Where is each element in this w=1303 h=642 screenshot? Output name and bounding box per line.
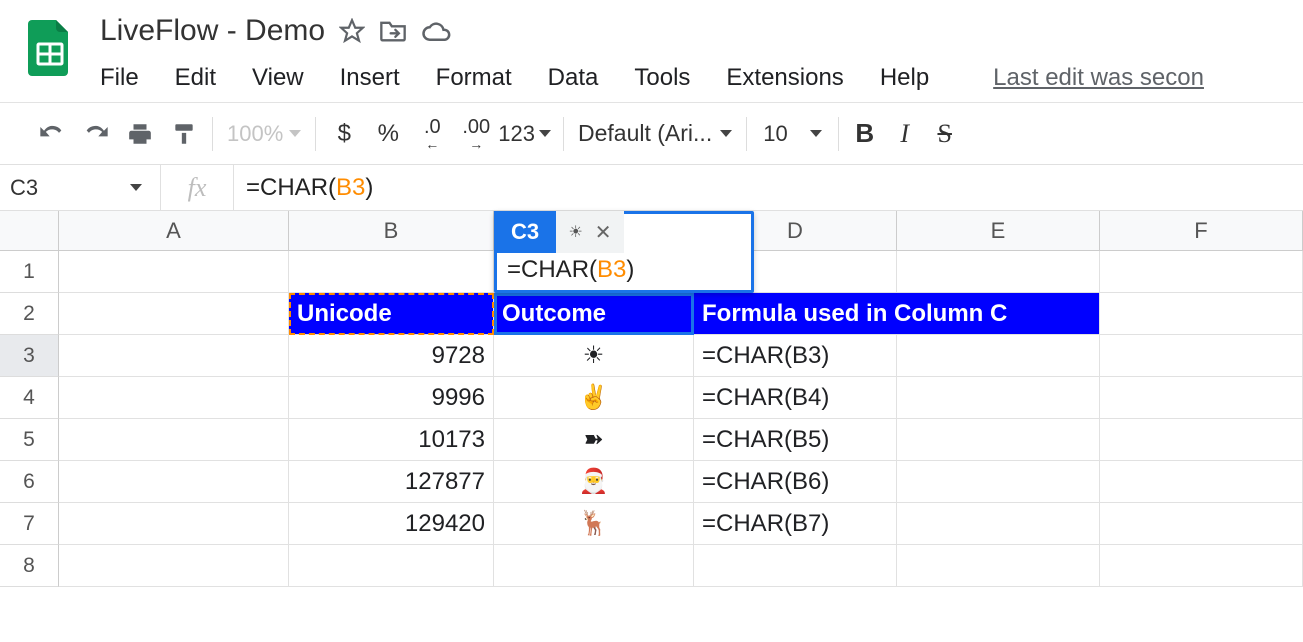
menu-help[interactable]: Help [880, 64, 929, 92]
column-header[interactable]: A [59, 211, 289, 251]
cell[interactable] [1100, 461, 1303, 503]
cell[interactable]: =CHAR(B4) [694, 377, 897, 419]
star-icon[interactable] [339, 18, 365, 44]
bold-button[interactable]: B [845, 118, 885, 149]
cell[interactable]: ✌️ [494, 377, 694, 419]
cell[interactable]: =CHAR(B3) [694, 335, 897, 377]
cell[interactable] [897, 503, 1100, 545]
cell-editor-overlay[interactable]: C3 ☀ ✕ =CHAR(B3) [494, 211, 754, 293]
sheets-logo-icon [25, 18, 75, 78]
cell[interactable] [59, 293, 289, 335]
fx-icon: fx [188, 173, 207, 203]
cell[interactable] [59, 251, 289, 293]
cell[interactable]: 127877 [289, 461, 494, 503]
formula-input[interactable]: =CHAR(B3) [234, 174, 373, 202]
cell[interactable] [897, 377, 1100, 419]
cell[interactable] [59, 461, 289, 503]
cell[interactable]: =CHAR(B7) [694, 503, 897, 545]
move-folder-icon[interactable] [379, 19, 407, 43]
italic-button[interactable]: I [885, 119, 925, 149]
cell-header-unicode[interactable]: Unicode [289, 293, 494, 335]
cell[interactable]: ➽ [494, 419, 694, 461]
font-dropdown[interactable]: Default (Ari... [578, 120, 732, 147]
cell[interactable]: 🦌 [494, 503, 694, 545]
print-icon[interactable] [118, 112, 162, 156]
cell[interactable]: 129420 [289, 503, 494, 545]
cell-header-formula[interactable]: Formula used in Column C [694, 293, 1100, 335]
menu-data[interactable]: Data [548, 64, 599, 92]
cell[interactable] [59, 377, 289, 419]
decrease-decimal-button[interactable]: .0← [410, 112, 454, 156]
percent-button[interactable]: % [366, 112, 410, 156]
cell[interactable] [494, 545, 694, 587]
menu-view[interactable]: View [252, 64, 304, 92]
cell[interactable]: 9996 [289, 377, 494, 419]
last-edit-link[interactable]: Last edit was secon [993, 64, 1204, 92]
select-all-cell[interactable] [0, 211, 59, 251]
cell[interactable] [1100, 503, 1303, 545]
row-header[interactable]: 6 [0, 461, 59, 503]
paint-format-icon[interactable] [162, 112, 206, 156]
cell-header-outcome[interactable]: Outcome [494, 293, 694, 335]
cell[interactable] [59, 419, 289, 461]
cell[interactable]: 🎅 [494, 461, 694, 503]
cell-selected[interactable]: ☀ [494, 335, 694, 377]
close-icon[interactable]: ✕ [595, 220, 612, 245]
zoom-dropdown[interactable]: 100% [227, 121, 301, 147]
cell[interactable] [897, 461, 1100, 503]
cell[interactable] [1100, 251, 1303, 293]
column-header[interactable]: F [1100, 211, 1303, 251]
redo-icon[interactable] [74, 112, 118, 156]
cell[interactable] [1100, 293, 1303, 335]
cell[interactable]: 9728 [289, 335, 494, 377]
menu-format[interactable]: Format [436, 64, 512, 92]
cell[interactable] [897, 419, 1100, 461]
cell[interactable]: 10173 [289, 419, 494, 461]
increase-decimal-button[interactable]: .00→ [454, 112, 498, 156]
document-title[interactable]: LiveFlow - Demo [100, 14, 325, 48]
currency-button[interactable]: $ [322, 112, 366, 156]
cell[interactable] [59, 503, 289, 545]
toolbar: 100% $ % .0← .00→ 123 Default (Ari... 10… [0, 103, 1303, 165]
cell[interactable] [1100, 335, 1303, 377]
row-header[interactable]: 1 [0, 251, 59, 293]
row-header[interactable]: 3 [0, 335, 59, 377]
cell-editor-input[interactable]: =CHAR(B3) [497, 250, 751, 290]
menu-file[interactable]: File [100, 64, 139, 92]
row-header[interactable]: 4 [0, 377, 59, 419]
cell[interactable] [289, 251, 494, 293]
cell[interactable]: =CHAR(B5) [694, 419, 897, 461]
row-header[interactable]: 7 [0, 503, 59, 545]
cell[interactable]: =CHAR(B6) [694, 461, 897, 503]
cell[interactable] [897, 251, 1100, 293]
column-header[interactable]: E [897, 211, 1100, 251]
cell[interactable] [59, 545, 289, 587]
cell[interactable] [1100, 419, 1303, 461]
cell[interactable] [694, 545, 897, 587]
editor-cell-ref: C3 [494, 211, 556, 253]
undo-icon[interactable] [30, 112, 74, 156]
menu-insert[interactable]: Insert [340, 64, 400, 92]
cell[interactable] [897, 335, 1100, 377]
font-size-dropdown[interactable]: 10 [763, 121, 821, 147]
menubar: File Edit View Insert Format Data Tools … [100, 50, 1303, 102]
menu-extensions[interactable]: Extensions [726, 64, 843, 92]
cell[interactable] [289, 545, 494, 587]
column-header[interactable]: B [289, 211, 494, 251]
menu-edit[interactable]: Edit [175, 64, 216, 92]
row-header[interactable]: 2 [0, 293, 59, 335]
cell[interactable] [1100, 545, 1303, 587]
row-header[interactable]: 5 [0, 419, 59, 461]
number-format-dropdown[interactable]: 123 [498, 121, 551, 147]
cell[interactable] [1100, 377, 1303, 419]
cell[interactable] [59, 335, 289, 377]
strikethrough-button[interactable]: S [925, 119, 965, 149]
cell[interactable] [897, 545, 1100, 587]
cloud-status-icon[interactable] [421, 19, 451, 43]
formula-help-icon[interactable]: ☀ [568, 222, 582, 242]
row-header[interactable]: 8 [0, 545, 59, 587]
name-box[interactable]: C3 [0, 175, 160, 201]
menu-tools[interactable]: Tools [634, 64, 690, 92]
